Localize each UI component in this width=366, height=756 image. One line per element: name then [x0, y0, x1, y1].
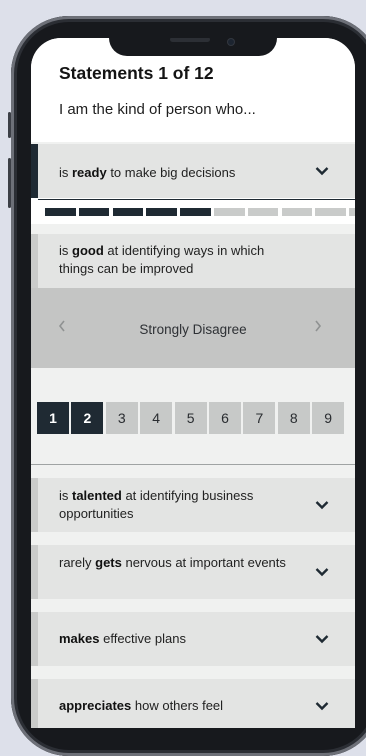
statement-text: makes effective plans [59, 631, 186, 646]
scale-option-3[interactable]: 3 [105, 402, 138, 434]
progress-segment [180, 208, 211, 216]
scale-option-7[interactable]: 7 [243, 402, 276, 434]
page-title: Statements 1 of 12 [59, 63, 214, 83]
statement-item[interactable]: is talented at identifying business oppo… [31, 478, 355, 532]
chevron-down-icon[interactable] [315, 166, 329, 176]
phone-notch [109, 38, 277, 56]
section-divider [31, 464, 355, 465]
phone-side-button [8, 112, 11, 138]
progress-bar [31, 198, 355, 224]
statement-item[interactable]: is ready to make big decisions [31, 144, 355, 198]
statement-text: rarely gets nervous at important events [59, 555, 286, 570]
scale-option-8[interactable]: 8 [277, 402, 310, 434]
statement-accent [31, 478, 38, 532]
progress-segment [214, 208, 245, 216]
progress-segment [146, 208, 177, 216]
scale-option-5[interactable]: 5 [174, 402, 207, 434]
phone-volume-button [8, 158, 11, 208]
app-screen: Statements 1 of 12 I am the kind of pers… [31, 38, 355, 728]
progress-segment [349, 208, 355, 216]
scale-option-4[interactable]: 4 [140, 402, 173, 434]
statement-accent [31, 612, 38, 666]
statement-text: is good at identifying ways in which thi… [59, 243, 265, 276]
scale-option-6[interactable]: 6 [209, 402, 241, 434]
camera-icon [228, 39, 234, 45]
statement-item[interactable]: rarely gets nervous at important events [31, 545, 355, 599]
statement-item[interactable]: appreciates how others feel [31, 679, 355, 728]
statement-text: is ready to make big decisions [59, 165, 236, 180]
statement-accent [31, 234, 38, 288]
progress-segment [78, 208, 110, 216]
progress-segment [112, 208, 144, 216]
answer-selector: Strongly Disagree [31, 288, 355, 368]
progress-segment [281, 208, 313, 216]
statement-item-active[interactable]: is good at identifying ways in which thi… [31, 234, 355, 288]
statement-item[interactable]: makes effective plans [31, 612, 355, 666]
progress-segment [45, 208, 76, 216]
chevron-down-icon[interactable] [315, 701, 329, 711]
progress-divider [38, 199, 355, 200]
statement-text: is talented at identifying business oppo… [59, 488, 254, 521]
page-subtitle: I am the kind of person who... [59, 101, 256, 118]
chevron-down-icon[interactable] [315, 500, 329, 510]
scale-option-1[interactable]: 1 [37, 402, 69, 434]
progress-segment [315, 208, 346, 216]
statement-text: appreciates how others feel [59, 698, 224, 713]
statement-accent [31, 545, 38, 599]
chevron-right-icon[interactable] [313, 319, 323, 333]
scale-option-2[interactable]: 2 [71, 402, 104, 434]
chevron-down-icon[interactable] [315, 634, 329, 644]
selected-answer-label: Strongly Disagree [139, 322, 247, 337]
statement-accent [31, 679, 38, 728]
statement-accent [31, 144, 38, 198]
scale-option-9[interactable]: 9 [312, 402, 345, 434]
speaker-grille [170, 38, 210, 42]
chevron-down-icon[interactable] [315, 567, 329, 577]
progress-segment [247, 208, 279, 216]
